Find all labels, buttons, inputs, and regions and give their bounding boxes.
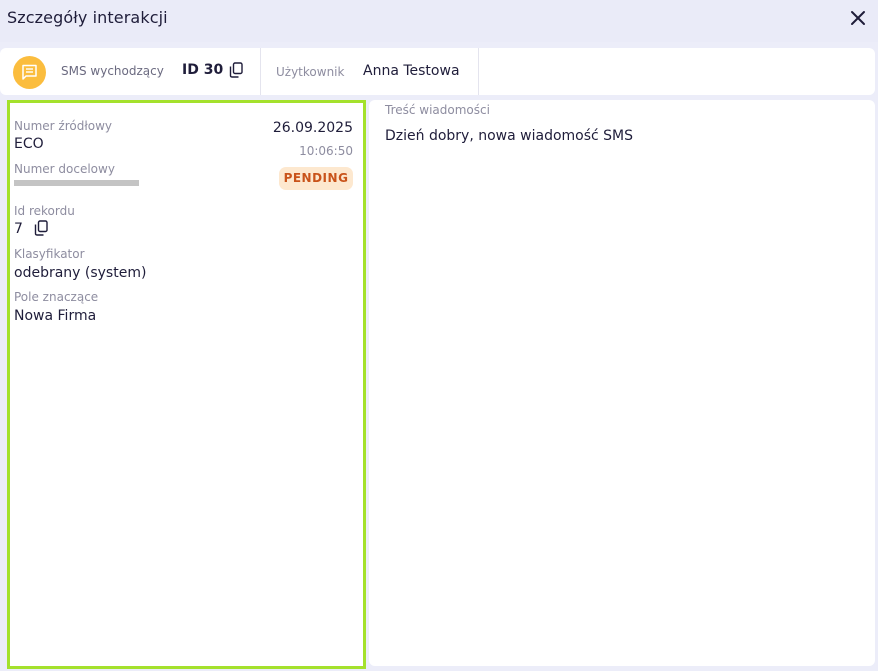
source-number-label: Numer źródłowy	[14, 119, 112, 133]
redacted-target-number	[14, 180, 139, 186]
copy-icon[interactable]	[34, 220, 48, 236]
classifier-label: Klasyfikator	[14, 247, 85, 261]
copy-icon[interactable]	[229, 62, 243, 78]
info-divider	[478, 48, 479, 95]
interaction-date: 26.09.2025	[272, 120, 353, 136]
interaction-id: ID 30	[182, 62, 224, 78]
sms-message-icon	[13, 56, 46, 89]
user-name: Anna Testowa	[363, 63, 460, 79]
classifier-value: odebrany (system)	[14, 265, 147, 281]
message-panel: Treść wiadomości Dzień dobry, nowa wiado…	[369, 100, 875, 666]
interaction-time: 10:06:50	[299, 144, 353, 158]
significant-field-value: Nowa Firma	[14, 308, 97, 324]
source-number-value: ECO	[14, 136, 44, 152]
message-content-text: Dzień dobry, nowa wiadomość SMS	[385, 128, 634, 144]
record-id-label: Id rekordu	[14, 204, 75, 218]
close-icon[interactable]	[846, 6, 870, 30]
info-divider	[260, 48, 261, 95]
message-content-label: Treść wiadomości	[385, 103, 490, 117]
dialog-title: Szczegóły interakcji	[7, 8, 168, 27]
user-label: Użytkownik	[276, 65, 345, 79]
dialog-header: Szczegóły interakcji	[0, 0, 878, 42]
interaction-info-bar: SMS wychodzący ID 30 Użytkownik Anna Tes…	[0, 48, 875, 95]
record-id-value: 7	[14, 221, 23, 237]
target-number-label: Numer docelowy	[14, 162, 115, 176]
details-panel: Numer źródłowy ECO Numer docelowy 26.09.…	[7, 100, 366, 669]
significant-field-label: Pole znaczące	[14, 290, 99, 304]
status-badge: PENDING	[279, 167, 353, 190]
interaction-type-label: SMS wychodzący	[61, 64, 164, 78]
